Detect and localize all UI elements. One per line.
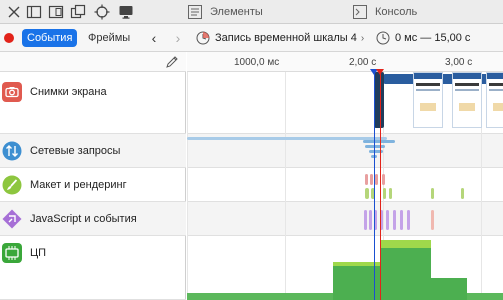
events-view-label: События: [27, 32, 73, 44]
recording-label: Запись временной шкалы 4: [215, 32, 357, 44]
record-button[interactable]: [4, 33, 14, 43]
load-event-marker[interactable]: [380, 70, 381, 300]
javascript-event-bar[interactable]: [431, 210, 434, 230]
cpu-usage-block[interactable]: [381, 240, 431, 300]
tick-label: 3,00 с: [445, 57, 473, 68]
sidebar-header: [0, 52, 186, 72]
elements-icon: [188, 5, 202, 19]
track-cpu-label: ЦП: [30, 247, 47, 259]
time-range-label: 0 мс — 15,00 с: [395, 32, 471, 44]
network-request-bar[interactable]: [187, 137, 387, 140]
network-request-bar[interactable]: [365, 145, 385, 148]
cpu-chip-icon: [2, 243, 22, 263]
dock-bottom-icon[interactable]: [48, 4, 64, 20]
javascript-lane: [187, 202, 503, 236]
track-screenshots[interactable]: Снимки экрана: [0, 72, 186, 134]
timeline-recording-icon: [196, 31, 210, 45]
gridline: [285, 52, 286, 300]
render-event-bar[interactable]: [461, 188, 464, 199]
network-request-bar[interactable]: [363, 140, 395, 143]
screenshot-thumbnail[interactable]: [452, 72, 482, 128]
track-layout-label: Макет и рендеринг: [30, 179, 127, 191]
inspect-target-icon[interactable]: [94, 4, 110, 20]
javascript-event-bar[interactable]: [369, 210, 372, 230]
screenshot-thumbnail[interactable]: [413, 72, 443, 128]
track-javascript-label: JavaScript и события: [30, 213, 137, 225]
chevron-right-icon: ›: [360, 32, 365, 44]
device-monitor-icon[interactable]: [118, 4, 134, 20]
javascript-diamond-icon: [2, 209, 22, 229]
gridline: [187, 52, 188, 300]
marker-triangle-icon: [370, 69, 384, 75]
frames-view-button[interactable]: Фреймы: [88, 29, 130, 47]
render-event-bar[interactable]: [383, 188, 386, 199]
tab-elements-label: Элементы: [210, 6, 263, 18]
screenshot-marker-cluster[interactable]: [374, 72, 384, 128]
time-range-selector[interactable]: 0 мс — 15,00 с: [376, 29, 470, 47]
devtools-toolbar: Элементы Консоль: [0, 0, 503, 24]
clock-icon: [376, 31, 390, 45]
events-view-button[interactable]: События: [22, 29, 78, 47]
tab-console-label: Консоль: [375, 6, 418, 18]
time-ruler[interactable]: 1000,0 мс 2,00 с 3,00 с: [187, 52, 503, 72]
network-arrows-icon: [2, 141, 22, 161]
camera-icon: [2, 82, 22, 102]
javascript-event-bar[interactable]: [364, 210, 367, 230]
layout-event-bar[interactable]: [370, 174, 373, 185]
track-layout-rendering[interactable]: Макет и рендеринг: [0, 168, 186, 202]
javascript-event-bar[interactable]: [386, 210, 389, 230]
close-icon[interactable]: [6, 4, 22, 20]
paintbrush-icon: [2, 175, 22, 195]
javascript-event-bar[interactable]: [393, 210, 396, 230]
layout-event-bar[interactable]: [382, 174, 385, 185]
back-chevron-icon[interactable]: ‹: [148, 30, 160, 46]
dom-content-loaded-marker[interactable]: [374, 70, 375, 300]
tab-console[interactable]: Консоль: [353, 0, 417, 24]
layout-event-bar[interactable]: [365, 174, 368, 185]
dock-left-icon[interactable]: [26, 4, 42, 20]
track-javascript-events[interactable]: JavaScript и события: [0, 202, 186, 236]
track-screenshots-label: Снимки экрана: [30, 86, 107, 98]
track-network-label: Сетевые запросы: [30, 145, 121, 157]
forward-chevron-icon[interactable]: ›: [172, 30, 184, 46]
frames-view-label: Фреймы: [88, 32, 131, 44]
timeline-tracks-sidebar: Снимки экрана Сетевые запросы Макет и ре…: [0, 52, 186, 300]
render-event-bar[interactable]: [365, 188, 369, 199]
tick-label: 1000,0 мс: [234, 57, 280, 68]
timeline-overview[interactable]: 1000,0 мс 2,00 с 3,00 с: [187, 52, 503, 300]
edit-pencil-icon[interactable]: [165, 55, 179, 69]
layout-lane: [187, 168, 503, 202]
tab-elements[interactable]: Элементы: [188, 0, 263, 24]
render-event-bar[interactable]: [431, 188, 434, 199]
console-icon: [353, 5, 367, 19]
undock-icon[interactable]: [70, 4, 86, 20]
layout-event-bar[interactable]: [375, 174, 378, 185]
tick-label: 2,00 с: [349, 57, 377, 68]
javascript-event-bar[interactable]: [407, 210, 410, 230]
javascript-event-bar[interactable]: [400, 210, 403, 230]
track-network-requests[interactable]: Сетевые запросы: [0, 134, 186, 168]
timeline-navigation-bar: События Фреймы ‹ › Запись временной шкал…: [0, 24, 503, 52]
screenshot-thumbnail[interactable]: [486, 72, 503, 128]
track-cpu[interactable]: ЦП: [0, 236, 186, 300]
cpu-usage-block[interactable]: [431, 278, 467, 300]
recording-selector[interactable]: Запись временной шкалы 4 ›: [196, 29, 364, 47]
render-event-bar[interactable]: [389, 188, 392, 199]
